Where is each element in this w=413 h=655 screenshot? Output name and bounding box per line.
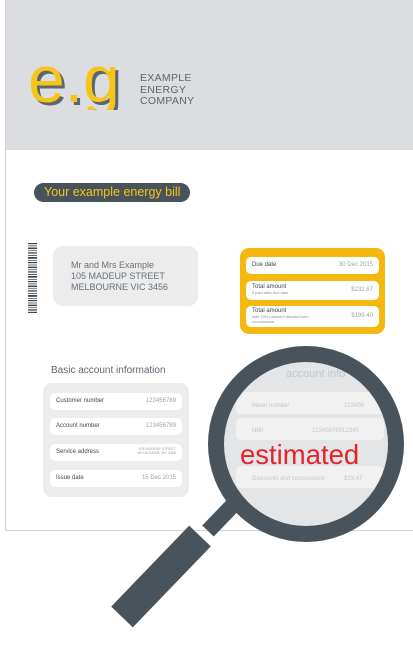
- zoomed-nmi-label: NMI: [252, 428, 263, 434]
- zoomed-discounts-label: Discounts and concessions: [252, 476, 325, 482]
- estimated-stamp: estimated: [240, 439, 359, 470]
- magnifying-glass: account info Meter number 123456 NMI 123…: [111, 346, 404, 628]
- zoomed-meter-label: Meter number: [252, 403, 289, 409]
- zoomed-nmi-value: 12345678912345: [312, 428, 359, 434]
- magnifier-handle: [111, 525, 211, 628]
- zoomed-meter-value: 123456: [344, 403, 365, 409]
- zoomed-discounts-value: $33.47: [344, 476, 363, 482]
- magnifier-neck: [202, 497, 241, 537]
- zoomed-title: account info: [286, 368, 345, 380]
